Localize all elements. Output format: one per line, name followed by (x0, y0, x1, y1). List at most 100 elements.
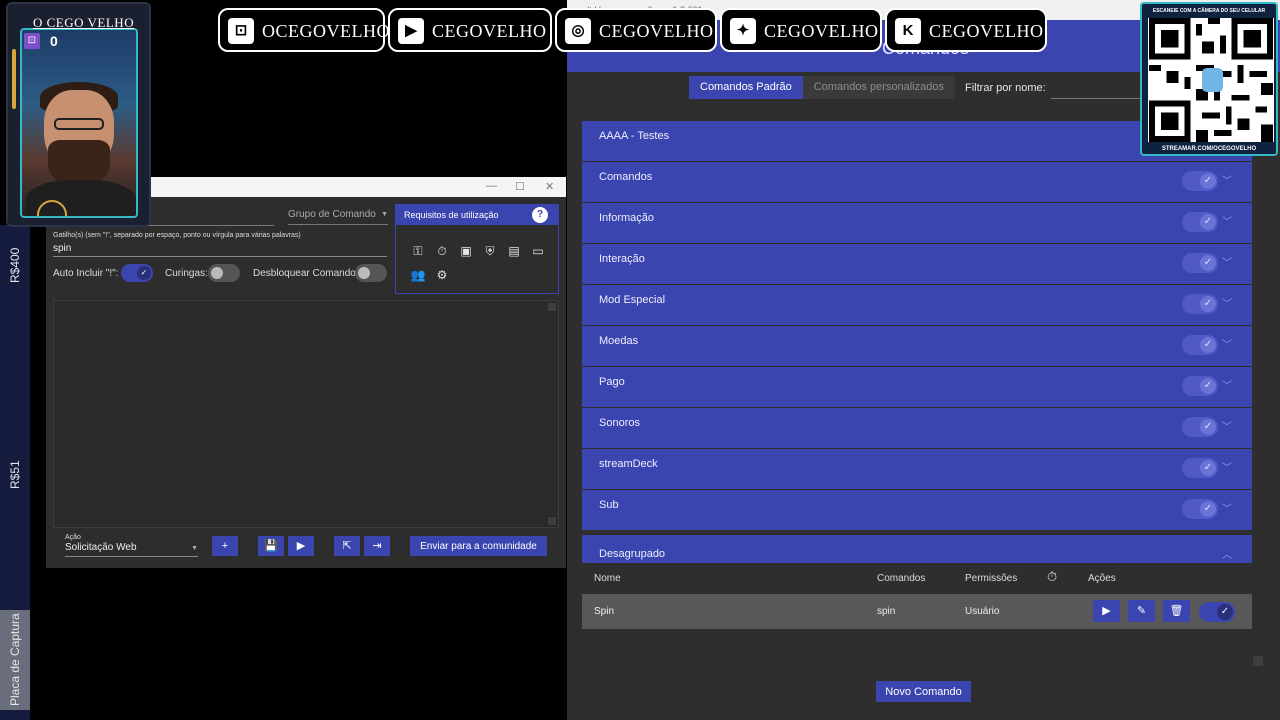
terminal-icon[interactable]: ▭ (530, 243, 546, 259)
group-toggle[interactable]: ✓ (1182, 417, 1218, 437)
group-label: Mod Especial (599, 294, 666, 306)
send-to-community-button[interactable]: Enviar para a comunidade (410, 536, 547, 556)
chevron-down-icon[interactable]: ﹀ (1222, 336, 1232, 351)
close-icon[interactable]: ✕ (545, 180, 554, 193)
scrollbar-corner[interactable] (1253, 656, 1263, 666)
save-icon[interactable]: 💾 (258, 536, 284, 556)
auto-include-toggle[interactable]: ✓ (121, 264, 153, 282)
chevron-down-icon[interactable]: ﹀ (1222, 500, 1232, 515)
chevron-down-icon[interactable]: ﹀ (1222, 377, 1232, 392)
play-icon[interactable]: ▶ (288, 536, 314, 556)
money-icon[interactable]: ▣ (458, 243, 474, 259)
group-toggle[interactable]: ✓ (1182, 376, 1218, 396)
check-icon: ✓ (1200, 255, 1216, 271)
social-label: OCEGOVELHO (262, 21, 390, 41)
group-toggle[interactable]: ✓ (1182, 212, 1218, 232)
viewer-count: 0 (50, 33, 58, 49)
action-select-value: Solicitação Web (65, 542, 137, 553)
add-button[interactable]: + (212, 536, 238, 556)
group-select-label: Grupo de Comando (288, 209, 376, 220)
script-editor[interactable] (53, 300, 559, 528)
row-toggle[interactable]: ✓ (1199, 602, 1235, 622)
group-select[interactable]: Grupo de Comando ▼ (288, 209, 388, 225)
group-row[interactable]: Informação ✓ ﹀ (582, 203, 1252, 243)
trash-icon[interactable]: 🗑 (1163, 600, 1190, 622)
group-row[interactable]: Mod Especial ✓ ﹀ (582, 285, 1252, 325)
command-editor-dialog: — ☐ ✕ Grupo de Comando ▼ Gatilho(s) (sem… (46, 177, 566, 568)
twitter-icon: ✦ (730, 18, 756, 44)
new-command-button[interactable]: Novo Comando (876, 681, 971, 702)
qr-code-icon (1148, 18, 1274, 142)
group-toggle[interactable]: ✓ (1182, 499, 1218, 519)
column-header-actions: Ações (1088, 573, 1116, 584)
group-label: Comandos (599, 171, 653, 183)
social-bar: ⊡ OCEGOVELHO ▶ CEGOVELHO ◎ CEGOVELHO ✦ C… (218, 8, 1050, 54)
archive-icon[interactable]: ▤ (506, 243, 522, 259)
chat-icon[interactable]: ✎ (1128, 600, 1155, 622)
group-label: Sonoros (599, 417, 640, 429)
group-list: AAAA - Testes Comandos ✓ ﹀ Informação ✓ … (582, 121, 1252, 570)
requirements-header: Requisitos de utilização ? (396, 205, 558, 225)
trigger-input[interactable] (53, 241, 387, 257)
chevron-down-icon[interactable]: ﹀ (1222, 172, 1232, 187)
side-label-capture: Placa de Captura (8, 613, 22, 707)
auto-include-label: Auto Incluir "!": (53, 268, 119, 279)
key-icon[interactable]: ⚿ (410, 243, 426, 259)
group-toggle[interactable]: ✓ (1182, 294, 1218, 314)
group-label: AAAA - Testes (599, 130, 670, 142)
tab-default-commands[interactable]: Comandos Padrão (689, 76, 803, 99)
unlock-toggle[interactable] (355, 264, 387, 282)
social-instagram: ◎ CEGOVELHO (555, 8, 717, 52)
side-label-r400: R$400 (8, 247, 22, 283)
chevron-down-icon[interactable]: ﹀ (1222, 418, 1232, 433)
group-row[interactable]: Moedas ✓ ﹀ (582, 326, 1252, 366)
scrollbar-up[interactable] (548, 303, 556, 311)
group-label: Moedas (599, 335, 639, 347)
users-icon[interactable]: 👥 (410, 267, 426, 283)
action-select[interactable]: Solicitação Web ▼ (65, 542, 198, 557)
export-icon[interactable]: ⇱ (334, 536, 360, 556)
import-icon[interactable]: ⇥ (364, 536, 390, 556)
gear-icon[interactable]: ⚙ (434, 267, 450, 283)
filter-input[interactable] (1051, 82, 1151, 99)
help-icon[interactable]: ? (532, 207, 548, 223)
action-label: Ação (65, 534, 81, 541)
youtube-icon: ▶ (398, 18, 424, 44)
group-row[interactable]: Interação ✓ ﹀ (582, 244, 1252, 284)
play-icon[interactable]: ▶ (1093, 600, 1120, 622)
card-accent-bar (12, 49, 16, 109)
group-row[interactable]: Sonoros ✓ ﹀ (582, 408, 1252, 448)
group-toggle[interactable]: ✓ (1182, 335, 1218, 355)
chevron-down-icon[interactable]: ﹀ (1222, 213, 1232, 228)
group-row[interactable]: streamDeck ✓ ﹀ (582, 449, 1252, 489)
maximize-icon[interactable]: ☐ (515, 180, 525, 193)
social-kick: K CEGOVELHO (885, 8, 1047, 52)
chevron-up-icon[interactable]: ︿ (1222, 546, 1232, 561)
side-strip: R$400 R$51 Placa de Captura (0, 225, 30, 720)
table-row[interactable]: Spin spin Usuário ▶ ✎ 🗑 ✓ (582, 594, 1252, 629)
timer-icon[interactable]: ⏱ (434, 243, 450, 259)
group-row[interactable]: Comandos ✓ ﹀ (582, 162, 1252, 202)
shield-icon[interactable]: ⛨ (482, 243, 498, 259)
group-toggle[interactable]: ✓ (1182, 253, 1218, 273)
group-toggle[interactable]: ✓ (1182, 458, 1218, 478)
check-icon: ✓ (1200, 378, 1216, 394)
tab-custom-commands[interactable]: Comandos personalizados (802, 76, 955, 99)
screen: R$400 R$51 Placa de Captura It Up - oceg… (0, 0, 1280, 720)
scrollbar-down[interactable] (548, 517, 556, 525)
requirements-panel: Requisitos de utilização ? ⚿ ⏱ ▣ ⛨ ▤ ▭ 👥… (395, 204, 559, 294)
chevron-down-icon[interactable]: ﹀ (1222, 295, 1232, 310)
column-header-permissions: Permissões (965, 573, 1018, 584)
twitch-icon: ⊡ (228, 18, 254, 44)
instagram-icon: ◎ (565, 18, 591, 44)
group-row[interactable]: Sub ✓ ﹀ (582, 490, 1252, 530)
group-row[interactable]: Pago ✓ ﹀ (582, 367, 1252, 407)
minimize-icon[interactable]: — (486, 180, 497, 192)
group-toggle[interactable]: ✓ (1182, 171, 1218, 191)
wildcards-toggle[interactable] (208, 264, 240, 282)
trigger-label: Gatilho(s) (sem "!", separado por espaço… (53, 232, 301, 239)
chevron-down-icon[interactable]: ﹀ (1222, 254, 1232, 269)
avatar-glasses (54, 118, 104, 130)
chevron-down-icon[interactable]: ﹀ (1222, 459, 1232, 474)
group-label: streamDeck (599, 458, 658, 470)
